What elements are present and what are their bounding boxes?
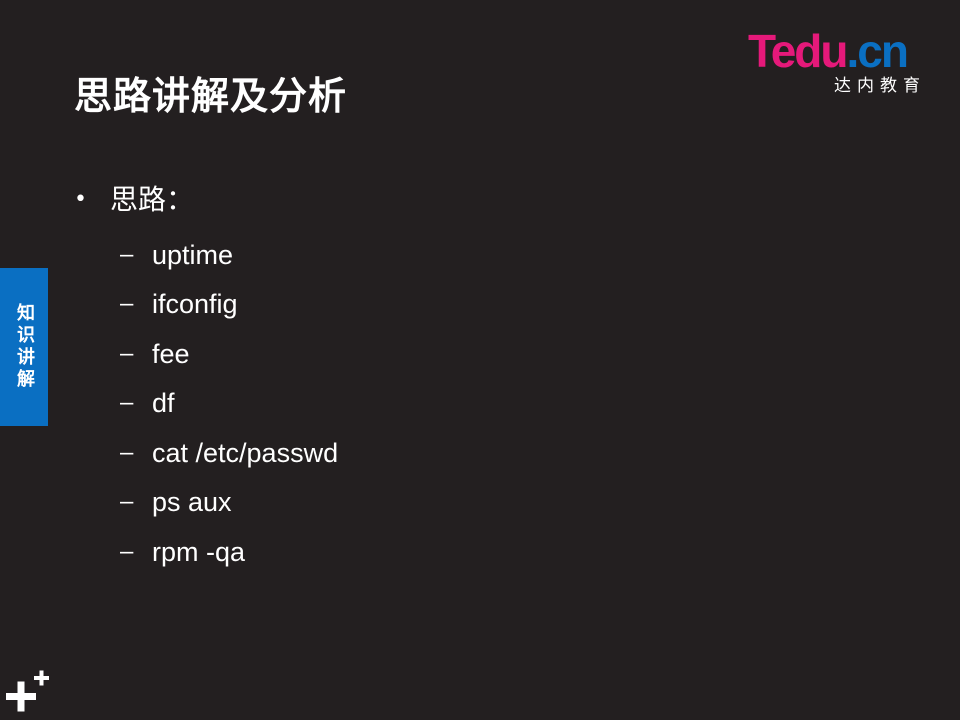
command-item: – ps aux (120, 478, 338, 528)
command-text: uptime (152, 239, 234, 270)
command-item: – df (120, 379, 338, 429)
side-tab: 知识讲解 (0, 268, 48, 426)
dash-marker: – (120, 290, 134, 318)
command-item: – cat /etc/passwd (120, 428, 338, 478)
command-text: fee (152, 338, 190, 369)
command-item: – fee (120, 329, 338, 379)
logo-word-cn: cn (857, 25, 909, 77)
logo-subtitle: 达内教育 (834, 76, 926, 96)
dash-marker: – (120, 240, 134, 268)
dash-marker: – (120, 438, 134, 466)
plus-icon (6, 670, 49, 712)
tedu-logo: Tedu.cn 达内教育 (748, 28, 928, 98)
bullet-item: • 思路： (74, 180, 194, 220)
bullet-label: 思路： (110, 183, 195, 216)
logo-word-edu: edu (770, 25, 849, 77)
dash-marker: – (120, 389, 134, 417)
command-text: ifconfig (152, 289, 238, 320)
command-text: df (152, 388, 175, 419)
slide-title: 思路讲解及分析 (74, 74, 348, 118)
command-text: cat /etc/passwd (152, 437, 339, 468)
dash-marker: – (120, 339, 134, 367)
command-list: – uptime – ifconfig – fee – df – cat /etc/pas… (120, 230, 338, 577)
command-item: – rpm -qa (120, 527, 338, 577)
slide: 思路讲解及分析 Tedu.cn 达内教育 • 思路： – uptime – ifco… (0, 0, 960, 720)
logo-wordmark: Tedu.cn (748, 25, 909, 77)
command-text: ps aux (152, 487, 232, 518)
side-tab-label: 知识讲解 (14, 303, 35, 391)
command-item: – uptime (120, 230, 338, 280)
dash-marker: – (120, 537, 134, 565)
dash-marker: – (120, 488, 134, 516)
command-item: – ifconfig (120, 280, 338, 330)
command-text: rpm -qa (152, 536, 246, 567)
logo-letter-t: T (748, 25, 773, 77)
logo-dot: . (846, 25, 859, 77)
bullet-marker: • (74, 187, 87, 212)
